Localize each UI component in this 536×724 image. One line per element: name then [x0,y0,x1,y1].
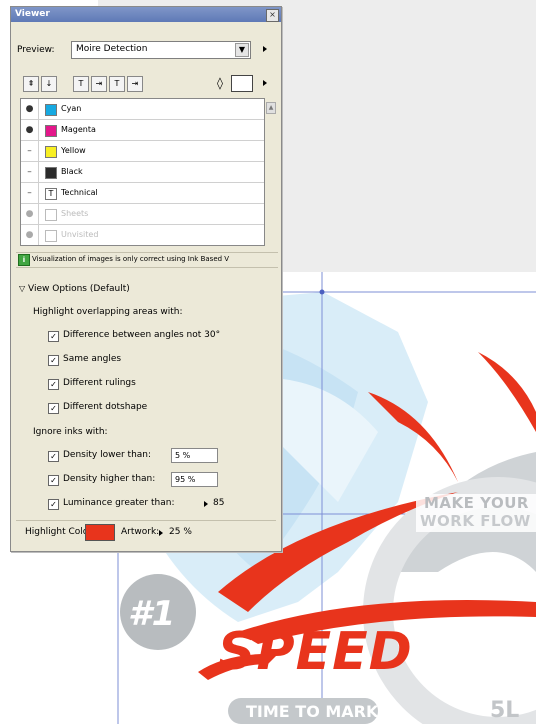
ignore-label: Ignore inks with: [33,427,108,437]
technical-icon: T [78,79,84,88]
highlight-color-swatch[interactable] [85,524,115,541]
eye-icon[interactable]: ● [21,204,39,224]
ink-row-yellow[interactable]: – Yellow [21,141,264,162]
ink-row-sheets[interactable]: ● Sheets [21,204,264,225]
checkbox-label: Density higher than: [63,474,156,484]
eye-hidden-icon[interactable]: – [21,162,39,182]
color-square-button[interactable] [231,75,253,92]
ink-list[interactable]: ● Cyan ● Magenta – Yellow – Black – T Te… [20,98,265,246]
viewer-panel: Viewer × Preview: Moire Detection ▼ ⇞ ↓ … [10,6,282,552]
ink-swatch [45,146,57,158]
close-button[interactable]: × [266,9,279,22]
speed-text: SPEED [218,622,413,682]
checkbox-label: Luminance greater than: [63,498,175,508]
ink-name: Black [61,167,83,176]
luminance-value[interactable]: 85 [213,498,224,508]
move-down-button[interactable]: ↓ [41,76,57,92]
ink-swatch [45,104,57,116]
ink-swatch [45,125,57,137]
ink-row-unvisited[interactable]: ● Unvisited [21,225,264,245]
move-down-icon: ↓ [45,79,53,88]
technical-button-1[interactable]: T [73,76,89,92]
eye-icon[interactable]: ● [21,225,39,245]
scroll-up-button[interactable]: ▲ [266,102,276,114]
highlight-label: Highlight overlapping areas with: [33,307,183,317]
separator [16,520,276,521]
eye-icon[interactable]: ● [21,120,39,140]
align-icon: ⇥ [95,79,103,88]
size-text: 5L [490,698,520,723]
align-button-2[interactable]: ⇥ [127,76,143,92]
work-flow-text: WORK FLOW [420,512,531,530]
ink-row-cyan[interactable]: ● Cyan [21,99,264,120]
checkbox[interactable]: ✓ [48,475,59,486]
checkbox[interactable]: ✓ [48,355,59,366]
view-options-header[interactable]: ▽ View Options (Default) [19,284,130,294]
checkbox[interactable]: ✓ [48,451,59,462]
checkbox-label: Different dotshape [63,402,148,412]
density-higher-input[interactable]: 95 % [171,472,218,487]
ink-row-magenta[interactable]: ● Magenta [21,120,264,141]
make-your-text: MAKE YOUR [424,494,529,512]
preview-value: Moire Detection [76,44,148,54]
ink-swatch [45,209,57,221]
checkbox[interactable]: ✓ [48,379,59,390]
title-bar[interactable]: Viewer × [11,7,281,22]
checkbox-label: Difference between angles not 30° [63,330,221,340]
eye-icon[interactable]: ● [21,99,39,119]
toolbar-menu-arrow-icon[interactable] [263,80,267,86]
ink-swatch [45,167,57,179]
ink-row-black[interactable]: – Black [21,162,264,183]
rank-text: #1 [128,594,176,634]
view-options-label: View Options (Default) [28,284,130,294]
preview-select[interactable]: Moire Detection ▼ [71,41,251,59]
move-up-icon: ⇞ [27,79,35,88]
ink-name: Unvisited [61,230,99,239]
diamond-icon[interactable]: ◊ [217,76,223,90]
tagline-text: TIME TO MARKET [246,702,401,721]
align-icon: ⇥ [131,79,139,88]
luminance-arrow-icon[interactable] [204,501,208,507]
ink-name: Cyan [61,104,82,113]
technical-button-2[interactable]: T [109,76,125,92]
technical-icon: T [45,188,57,200]
ink-row-technical[interactable]: – T Technical [21,183,264,204]
checkbox-label: Same angles [63,354,122,364]
chevron-down-icon: ▽ [19,284,26,293]
artwork-arrow-icon[interactable] [159,530,163,536]
align-button-1[interactable]: ⇥ [91,76,107,92]
checkbox-label: Density lower than: [63,450,152,460]
panel-title: Viewer [15,9,50,19]
info-row: i Visualization of images is only correc… [16,252,278,268]
ink-name: Yellow [61,146,86,155]
chevron-down-icon: ▼ [235,43,249,57]
ink-name: Sheets [61,209,89,218]
artwork-value[interactable]: 25 % [169,527,192,537]
checkbox[interactable]: ✓ [48,403,59,414]
ink-name: Technical [61,188,98,197]
eye-hidden-icon[interactable]: – [21,183,39,203]
ink-swatch [45,230,57,242]
preview-menu-arrow-icon[interactable] [263,46,267,52]
technical-icon: T [114,79,120,88]
density-lower-input[interactable]: 5 % [171,448,218,463]
info-text: Visualization of images is only correct … [32,255,230,263]
checkbox-label: Different rulings [63,378,136,388]
move-up-button[interactable]: ⇞ [23,76,39,92]
artwork-label: Artwork: [121,527,160,537]
eye-hidden-icon[interactable]: – [21,141,39,161]
ink-name: Magenta [61,125,96,134]
info-icon: i [18,254,30,266]
checkbox[interactable]: ✓ [48,499,59,510]
checkbox[interactable]: ✓ [48,331,59,342]
preview-label: Preview: [17,45,55,55]
